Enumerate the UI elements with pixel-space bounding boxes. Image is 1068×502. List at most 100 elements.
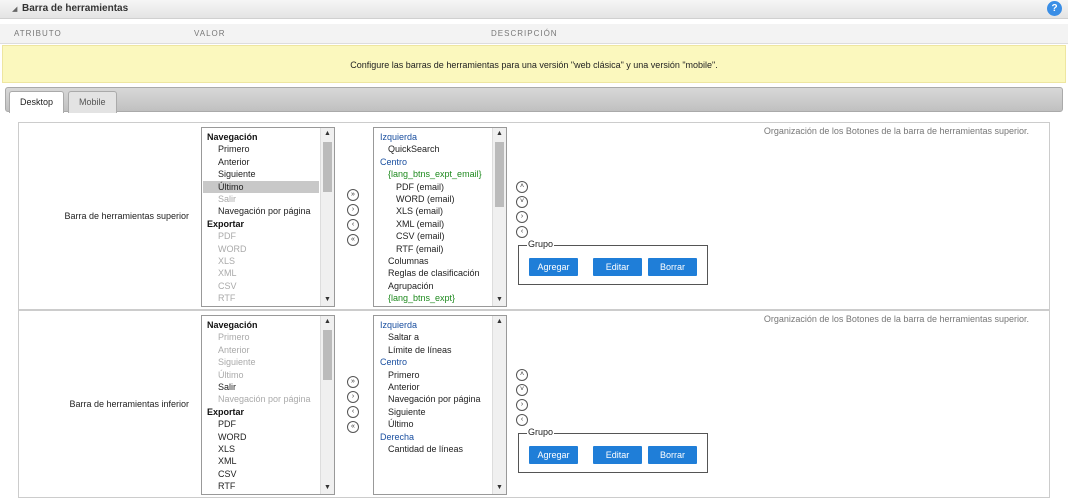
available-buttons-list[interactable]: Navegación Primero Anterior Siguiente Último… xyxy=(201,315,335,495)
list-option[interactable]: Último xyxy=(203,180,319,193)
list-group-header[interactable]: Navegación xyxy=(203,319,319,331)
scroll-down-icon[interactable]: ▼ xyxy=(321,294,334,306)
list-option[interactable]: XML xyxy=(203,267,319,279)
available-buttons-list[interactable]: Navegación Primero Anterior Siguiente Último… xyxy=(201,127,335,307)
list-option[interactable]: QuickSearch xyxy=(375,143,491,155)
list-option[interactable]: PDF (email) xyxy=(375,181,491,193)
list-option[interactable]: {lang_btns_expt_email} xyxy=(375,168,491,180)
list-option[interactable]: Salir xyxy=(203,381,319,393)
list-option[interactable]: Siguiente xyxy=(203,168,319,180)
remove-all-icon[interactable]: « xyxy=(347,234,359,246)
collapse-triangle-icon[interactable]: ◢ xyxy=(12,5,17,13)
move-up-icon[interactable]: ˄ xyxy=(516,181,528,193)
list-option[interactable]: Saltar a xyxy=(375,331,491,343)
list-option[interactable]: XLS xyxy=(203,443,319,455)
move-down-icon[interactable]: ˅ xyxy=(516,384,528,396)
add-group-button[interactable]: Agregar xyxy=(529,446,578,464)
list-option[interactable]: Navegación por página xyxy=(203,393,319,405)
list-option[interactable]: RTF (email) xyxy=(375,243,491,255)
list-option[interactable]: PDF xyxy=(203,230,319,242)
selected-buttons-list[interactable]: Izquierda Saltar a Límite de líneas Centro P… xyxy=(373,315,507,495)
move-right-icon[interactable]: › xyxy=(516,399,528,411)
list-group-header[interactable]: Exportar xyxy=(203,406,319,418)
list-option[interactable]: Columnas xyxy=(375,255,491,267)
move-down-icon[interactable]: ˅ xyxy=(516,196,528,208)
selected-buttons-list[interactable]: Izquierda QuickSearch Centro {lang_btns_exp… xyxy=(373,127,507,307)
add-icon[interactable]: › xyxy=(347,204,359,216)
scrollbar[interactable]: ▲ ▼ xyxy=(320,316,334,494)
list-option[interactable]: Anterior xyxy=(203,344,319,356)
list-group-header[interactable]: Izquierda xyxy=(375,319,491,331)
list-group-header[interactable]: Exportar xyxy=(203,218,319,230)
list-option[interactable]: Siguiente xyxy=(203,356,319,368)
list-option[interactable]: Anterior xyxy=(375,381,491,393)
list-option[interactable]: Navegación por página xyxy=(203,205,319,217)
move-left-icon[interactable]: ‹ xyxy=(516,226,528,238)
scrollbar[interactable]: ▲ ▼ xyxy=(492,128,506,306)
list-option[interactable]: Salir xyxy=(203,193,319,205)
scroll-up-icon[interactable]: ▲ xyxy=(321,316,334,328)
scrollbar[interactable]: ▲ ▼ xyxy=(492,316,506,494)
info-notice: Configure las barras de herramientas par… xyxy=(2,45,1066,83)
list-option[interactable]: CSV (email) xyxy=(375,230,491,242)
section-header[interactable]: ◢ Barra de herramientas xyxy=(0,0,1068,19)
scroll-up-icon[interactable]: ▲ xyxy=(493,316,506,328)
list-option[interactable]: Cantidad de líneas xyxy=(375,443,491,455)
edit-group-button[interactable]: Editar xyxy=(593,258,642,276)
scroll-down-icon[interactable]: ▼ xyxy=(493,482,506,494)
move-up-icon[interactable]: ˄ xyxy=(516,369,528,381)
list-option[interactable]: Último xyxy=(375,418,491,430)
list-option[interactable]: Límite de líneas xyxy=(375,344,491,356)
scroll-down-icon[interactable]: ▼ xyxy=(321,482,334,494)
scroll-thumb[interactable] xyxy=(323,142,332,192)
scroll-thumb[interactable] xyxy=(495,142,504,207)
list-option[interactable]: PDF xyxy=(203,418,319,430)
list-option[interactable]: {lang_btns_expt} xyxy=(375,292,491,304)
add-all-icon[interactable]: » xyxy=(347,189,359,201)
help-icon[interactable]: ? xyxy=(1047,1,1062,16)
list-option[interactable]: CSV xyxy=(203,468,319,480)
list-option[interactable]: XLS (email) xyxy=(375,205,491,217)
scrollbar[interactable]: ▲ ▼ xyxy=(320,128,334,306)
remove-icon[interactable]: ‹ xyxy=(347,406,359,418)
remove-all-icon[interactable]: « xyxy=(347,421,359,433)
list-option[interactable]: RTF xyxy=(203,292,319,304)
add-icon[interactable]: › xyxy=(347,391,359,403)
move-right-icon[interactable]: › xyxy=(516,211,528,223)
list-group-header[interactable]: Izquierda xyxy=(375,131,491,143)
list-option[interactable]: Agrupación xyxy=(375,280,491,292)
list-group-header[interactable]: Navegación xyxy=(203,131,319,143)
remove-icon[interactable]: ‹ xyxy=(347,219,359,231)
add-all-icon[interactable]: » xyxy=(347,376,359,388)
list-option[interactable]: WORD xyxy=(203,243,319,255)
list-option[interactable]: XML xyxy=(203,455,319,467)
delete-group-button[interactable]: Borrar xyxy=(648,258,697,276)
list-option[interactable]: WORD xyxy=(203,431,319,443)
list-option[interactable]: Primero xyxy=(203,331,319,343)
tab-desktop[interactable]: Desktop xyxy=(9,91,65,113)
edit-group-button[interactable]: Editar xyxy=(593,446,642,464)
list-option[interactable]: CSV xyxy=(203,280,319,292)
list-group-header[interactable]: Derecha xyxy=(375,431,491,443)
add-group-button[interactable]: Agregar xyxy=(529,258,578,276)
list-option[interactable]: Siguiente xyxy=(375,406,491,418)
delete-group-button[interactable]: Borrar xyxy=(648,446,697,464)
list-option[interactable]: XML (email) xyxy=(375,218,491,230)
list-option[interactable]: Primero xyxy=(375,369,491,381)
list-group-header[interactable]: Centro xyxy=(375,156,491,168)
list-option[interactable]: Primero xyxy=(203,143,319,155)
scroll-up-icon[interactable]: ▲ xyxy=(493,128,506,140)
tab-mobile[interactable]: Mobile xyxy=(68,91,117,113)
list-option[interactable]: XLS xyxy=(203,255,319,267)
move-left-icon[interactable]: ‹ xyxy=(516,414,528,426)
scroll-down-icon[interactable]: ▼ xyxy=(493,294,506,306)
list-option[interactable]: Anterior xyxy=(203,156,319,168)
scroll-thumb[interactable] xyxy=(323,330,332,380)
list-option[interactable]: WORD (email) xyxy=(375,193,491,205)
list-option[interactable]: Último xyxy=(203,369,319,381)
list-option[interactable]: Navegación por página xyxy=(375,393,491,405)
list-group-header[interactable]: Centro xyxy=(375,356,491,368)
list-option[interactable]: Reglas de clasificación xyxy=(375,267,491,279)
scroll-up-icon[interactable]: ▲ xyxy=(321,128,334,140)
list-option[interactable]: RTF xyxy=(203,480,319,492)
